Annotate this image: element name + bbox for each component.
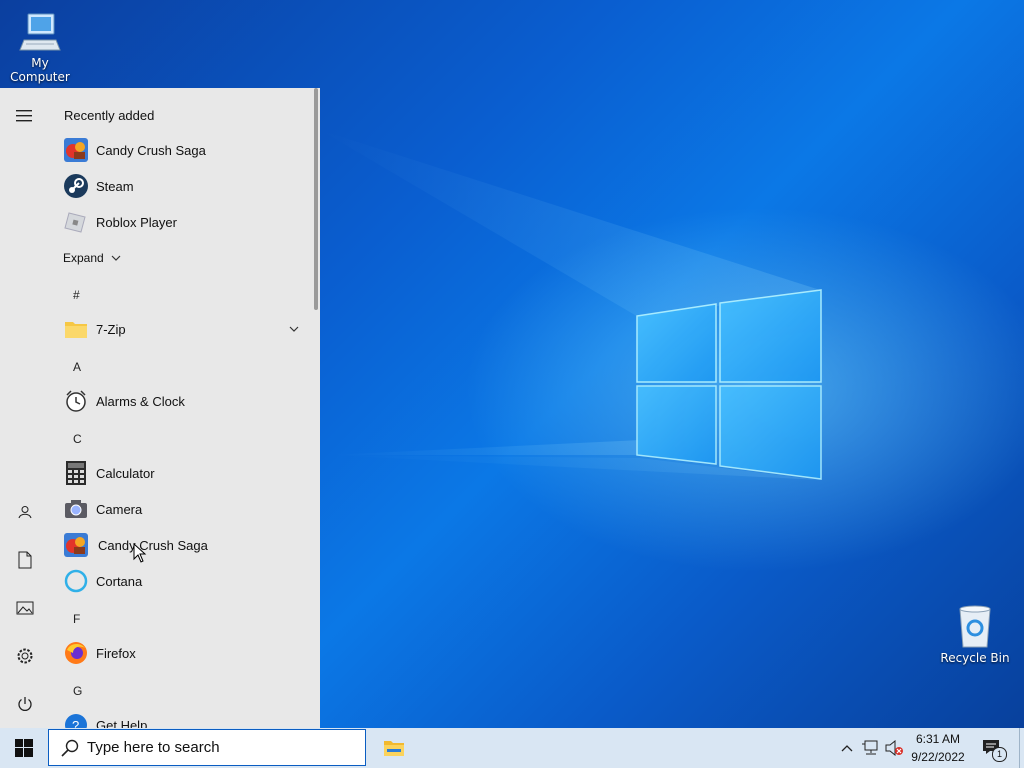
settings-icon bbox=[17, 648, 33, 664]
power-button[interactable] bbox=[9, 688, 41, 720]
app-item-alarms-clock[interactable]: Alarms & Clock bbox=[50, 383, 312, 419]
chevron-up-icon[interactable] bbox=[840, 743, 854, 753]
user-icon bbox=[18, 506, 32, 519]
app-item-camera[interactable]: Camera bbox=[50, 491, 312, 527]
notification-count-badge: 1 bbox=[992, 747, 1007, 762]
power-icon bbox=[18, 697, 32, 711]
alarm-clock-icon bbox=[63, 388, 89, 414]
app-label: Steam bbox=[96, 178, 134, 194]
user-account-button[interactable] bbox=[9, 496, 41, 528]
folder-icon bbox=[63, 316, 89, 342]
app-item-steam[interactable]: Steam bbox=[50, 168, 312, 204]
app-item-roblox[interactable]: Roblox Player bbox=[50, 204, 312, 240]
app-label: Candy Crush Saga bbox=[98, 537, 208, 553]
clock[interactable]: 6:31 AM 9/22/2022 bbox=[906, 730, 970, 766]
windows-logo-icon bbox=[15, 739, 33, 757]
app-label: Roblox Player bbox=[96, 214, 177, 230]
computer-icon bbox=[19, 13, 61, 51]
app-label: Alarms & Clock bbox=[96, 393, 185, 409]
expand-label: Expand bbox=[63, 251, 104, 265]
recycle-bin-icon bbox=[959, 605, 991, 648]
clock-time: 6:31 AM bbox=[915, 732, 961, 746]
steam-icon bbox=[63, 173, 89, 199]
app-label: Calculator bbox=[96, 465, 155, 481]
app-label: Candy Crush Saga bbox=[96, 142, 206, 158]
camera-icon bbox=[63, 496, 89, 522]
app-label: Camera bbox=[96, 501, 143, 517]
expand-button[interactable]: Expand bbox=[50, 240, 312, 276]
search-icon bbox=[61, 739, 79, 757]
taskbar: Type here to search 6:31 AM 9/22/2022 1 bbox=[0, 728, 1024, 768]
group-header-f[interactable]: F bbox=[73, 612, 80, 626]
group-header-hash[interactable]: # bbox=[73, 288, 80, 302]
app-list: Recently added Candy Crush Saga Steam Ro… bbox=[50, 88, 312, 728]
app-label: 7-Zip bbox=[96, 321, 126, 337]
pictures-button[interactable] bbox=[9, 592, 41, 624]
desktop-icon-my-computer[interactable]: My Computer bbox=[0, 10, 80, 84]
hamburger-menu-icon bbox=[16, 110, 32, 122]
app-item-get-help[interactable]: ? Get Help bbox=[50, 707, 312, 728]
chevron-down-icon bbox=[111, 255, 121, 261]
documents-icon bbox=[18, 551, 32, 569]
file-explorer-icon bbox=[384, 741, 404, 756]
taskbar-file-explorer[interactable] bbox=[376, 728, 412, 768]
calculator-icon bbox=[63, 460, 89, 486]
hamburger-menu-button[interactable] bbox=[9, 100, 41, 132]
app-item-candy-crush[interactable]: Candy Crush Saga bbox=[50, 527, 312, 563]
app-item-firefox[interactable]: Firefox bbox=[50, 635, 312, 671]
pictures-icon bbox=[16, 601, 34, 615]
group-header-c[interactable]: C bbox=[73, 432, 82, 446]
recently-added-heading: Recently added bbox=[64, 108, 155, 123]
volume-muted-icon[interactable] bbox=[885, 740, 905, 756]
app-item-cortana[interactable]: Cortana bbox=[50, 563, 312, 599]
search-placeholder: Type here to search bbox=[87, 739, 220, 756]
get-help-icon: ? bbox=[63, 712, 89, 728]
app-item-candy-crush-recent[interactable]: Candy Crush Saga bbox=[50, 132, 312, 168]
roblox-icon bbox=[63, 209, 89, 235]
show-desktop-button[interactable] bbox=[1019, 728, 1024, 768]
app-label: Get Help bbox=[96, 717, 148, 729]
group-header-g[interactable]: G bbox=[73, 684, 82, 698]
start-rail bbox=[0, 88, 50, 728]
candy-crush-icon bbox=[63, 532, 89, 558]
cortana-icon bbox=[63, 568, 89, 594]
start-menu: Recently added Candy Crush Saga Steam Ro… bbox=[0, 88, 320, 728]
notification-center-button[interactable]: 1 bbox=[978, 732, 1012, 764]
svg-text:?: ? bbox=[72, 718, 79, 728]
group-header-a[interactable]: A bbox=[73, 360, 81, 374]
app-item-calculator[interactable]: Calculator bbox=[50, 455, 312, 491]
firefox-icon bbox=[63, 640, 89, 666]
app-item-7zip[interactable]: 7-Zip bbox=[50, 311, 312, 347]
documents-button[interactable] bbox=[9, 544, 41, 576]
candy-crush-icon bbox=[63, 137, 89, 163]
desktop-icon-label: Recycle Bin bbox=[940, 651, 1010, 665]
app-label: Cortana bbox=[96, 573, 143, 589]
scrollbar[interactable] bbox=[314, 88, 318, 310]
clock-date: 9/22/2022 bbox=[911, 750, 965, 764]
mouse-cursor-icon bbox=[133, 543, 147, 563]
network-icon[interactable] bbox=[862, 740, 880, 756]
settings-button[interactable] bbox=[9, 640, 41, 672]
desktop-icon-label: My Computer bbox=[10, 56, 70, 84]
app-label: Firefox bbox=[96, 645, 136, 661]
desktop-icon-recycle-bin[interactable]: Recycle Bin bbox=[935, 603, 1015, 665]
start-button[interactable] bbox=[0, 728, 48, 768]
chevron-down-icon[interactable] bbox=[288, 325, 300, 333]
search-box[interactable]: Type here to search bbox=[48, 729, 366, 766]
